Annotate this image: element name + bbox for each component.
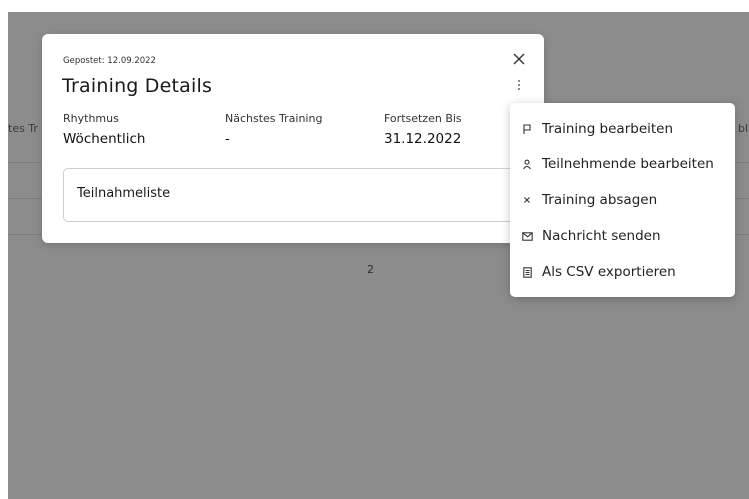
attendance-list-label: Teilnahmeliste (77, 186, 171, 201)
menu-item-label: Als CSV exportieren (542, 264, 676, 280)
cross-icon (520, 193, 534, 207)
menu-item-cancel-training[interactable]: Training absagen (510, 185, 735, 215)
close-button[interactable] (508, 48, 530, 70)
kebab-icon (518, 80, 520, 90)
menu-item-export-csv[interactable]: Als CSV exportieren (510, 257, 735, 287)
menu-item-send-message[interactable]: Nachricht senden (510, 221, 735, 251)
training-details-dialog: Gepostet: 12.09.2022 Training Details Rh… (42, 34, 544, 243)
rhythm-label: Rhythmus (63, 112, 119, 125)
envelope-icon (520, 229, 534, 243)
menu-item-label: Teilnehmende bearbeiten (542, 156, 714, 172)
menu-item-edit-participants[interactable]: Teilnehmende bearbeiten (510, 149, 735, 179)
table-header-partial-right: bl (738, 122, 749, 135)
person-icon (520, 157, 534, 171)
flag-icon (520, 122, 534, 136)
posted-date: Gepostet: 12.09.2022 (63, 56, 156, 66)
pagination-page[interactable]: 2 (367, 263, 374, 276)
rhythm-value: Wöchentlich (63, 131, 146, 147)
close-icon (513, 53, 525, 65)
table-header-partial-left: tes Tr (8, 122, 38, 135)
dialog-title: Training Details (62, 75, 213, 97)
menu-item-label: Nachricht senden (542, 228, 661, 244)
continue-until-value: 31.12.2022 (384, 131, 462, 147)
menu-item-label: Training absagen (542, 192, 658, 208)
document-icon (520, 265, 534, 279)
menu-item-label: Training bearbeiten (542, 121, 674, 137)
more-options-button[interactable] (508, 74, 530, 96)
options-menu: Training bearbeiten Teilnehmende bearbei… (510, 103, 735, 297)
next-training-label: Nächstes Training (225, 112, 323, 125)
continue-until-label: Fortsetzen Bis (384, 112, 462, 125)
attendance-list-panel[interactable]: Teilnahmeliste (63, 168, 538, 222)
next-training-value: - (225, 131, 230, 147)
menu-item-edit-training[interactable]: Training bearbeiten (510, 114, 735, 144)
